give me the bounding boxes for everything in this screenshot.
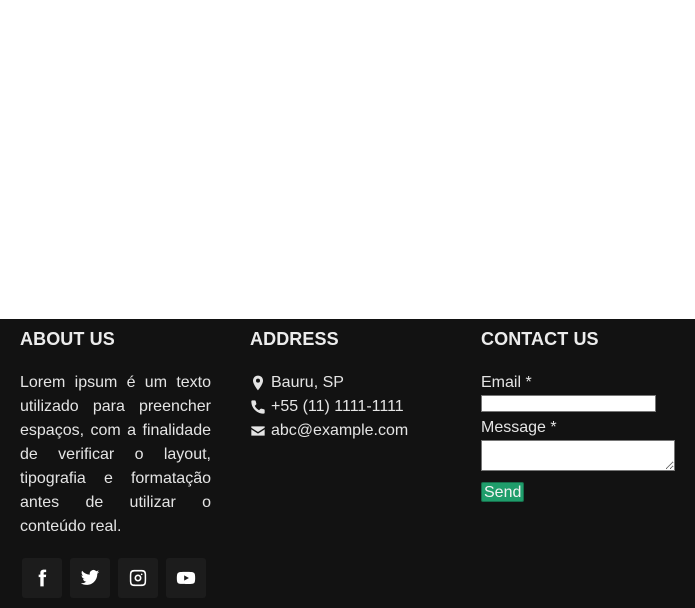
youtube-icon bbox=[176, 571, 196, 585]
map-marker-icon bbox=[253, 375, 263, 391]
blank-content-area bbox=[0, 0, 695, 319]
phone-text: +55 (11) 1111-1111 bbox=[271, 398, 404, 415]
message-label: Message * bbox=[481, 419, 557, 436]
address-list: Bauru, SP +55 (11) 1111-1111 abc@example… bbox=[250, 371, 408, 443]
contact-heading: CONTACT US bbox=[481, 329, 599, 349]
envelope-icon bbox=[251, 426, 265, 436]
instagram-button[interactable] bbox=[118, 558, 158, 598]
youtube-button[interactable] bbox=[166, 558, 206, 598]
address-heading: ADDRESS bbox=[250, 329, 339, 349]
phone-icon bbox=[251, 400, 265, 414]
contact-form: Email * Message * bbox=[481, 371, 675, 471]
phone-row: +55 (11) 1111-1111 bbox=[250, 395, 408, 419]
email-row: abc@example.com bbox=[250, 419, 408, 443]
send-button[interactable]: Send bbox=[481, 482, 525, 502]
social-links bbox=[22, 558, 206, 598]
twitter-icon bbox=[80, 570, 100, 585]
message-field[interactable] bbox=[481, 440, 675, 471]
page: ABOUT US Lorem ipsum é um texto utilizad… bbox=[0, 0, 695, 608]
twitter-button[interactable] bbox=[70, 558, 110, 598]
location-row: Bauru, SP bbox=[250, 371, 408, 395]
location-text: Bauru, SP bbox=[271, 374, 344, 391]
email-field[interactable] bbox=[481, 395, 656, 412]
about-text: Lorem ipsum é um texto utilizado para pr… bbox=[20, 374, 211, 535]
facebook-button[interactable] bbox=[22, 558, 62, 598]
email-label: Email * bbox=[481, 374, 532, 391]
facebook-icon bbox=[38, 569, 47, 587]
footer: ABOUT US Lorem ipsum é um texto utilizad… bbox=[0, 319, 695, 608]
email-text[interactable]: abc@example.com bbox=[271, 422, 408, 440]
instagram-icon bbox=[129, 569, 147, 587]
about-heading: ABOUT US bbox=[20, 329, 115, 349]
